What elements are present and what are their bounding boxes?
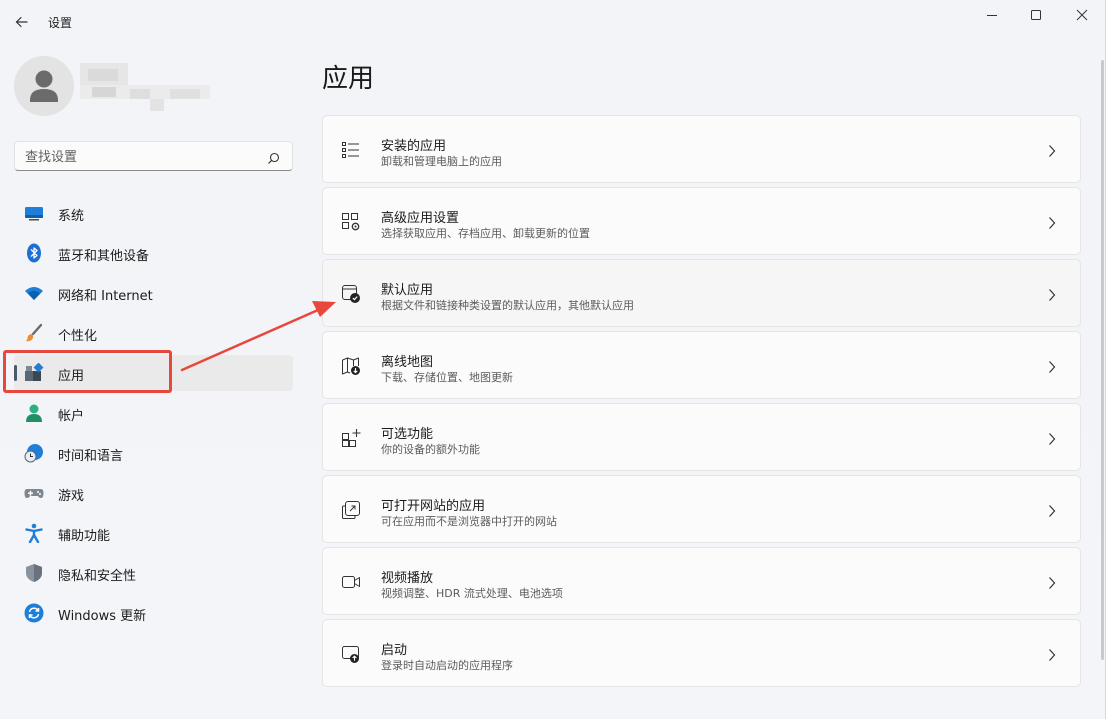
title-bar: 设置 (0, 0, 1106, 46)
sidebar-item-label: 游戏 (58, 489, 85, 504)
chevron-right-icon (1048, 575, 1056, 589)
card-default-apps[interactable]: 默认应用 根据文件和链接种类设置的默认应用，其他默认应用 (322, 259, 1081, 327)
shield-icon (24, 563, 44, 583)
card-title: 可选功能 (381, 427, 434, 442)
card-subtitle: 选择获取应用、存档应用、卸载更新的位置 (381, 227, 590, 240)
windows-update-icon (24, 603, 44, 623)
sidebar-item-privacy[interactable]: 隐私和安全性 (14, 555, 293, 591)
card-title: 视频播放 (381, 571, 434, 586)
card-installed-apps[interactable]: 安装的应用 卸载和管理电脑上的应用 (322, 115, 1081, 183)
optional-features-icon (341, 428, 361, 448)
blurred-account-name (80, 63, 212, 113)
list-icon (341, 140, 361, 160)
gamepad-icon (24, 483, 44, 503)
open-website-icon (341, 500, 361, 520)
card-title: 启动 (381, 643, 408, 658)
sidebar-item-label: 时间和语言 (58, 449, 124, 464)
back-arrow-icon[interactable] (12, 12, 32, 32)
sidebar-item-label: 系统 (58, 209, 85, 224)
sidebar-item-label: 蓝牙和其他设备 (58, 249, 150, 264)
chevron-right-icon (1048, 215, 1056, 229)
sidebar-item-label: Windows 更新 (58, 609, 147, 624)
app-settings-icon (341, 212, 361, 232)
annotation-highlight-box (3, 350, 172, 393)
account-icon (24, 403, 44, 423)
sidebar-item-personalization[interactable]: 个性化 (14, 315, 293, 351)
card-subtitle: 视频调整、HDR 流式处理、电池选项 (381, 587, 563, 600)
sidebar-item-label: 网络和 Internet (58, 289, 153, 304)
sidebar-item-time-language[interactable]: 时间和语言 (14, 435, 293, 471)
window-title: 设置 (48, 16, 73, 30)
chevron-right-icon (1048, 431, 1056, 445)
sidebar-item-label: 辅助功能 (58, 529, 111, 544)
offline-map-icon (341, 356, 361, 376)
sidebar-item-accessibility[interactable]: 辅助功能 (14, 515, 293, 551)
sidebar-item-accounts[interactable]: 帐户 (14, 395, 293, 431)
search-box[interactable] (14, 141, 293, 171)
card-advanced-app-settings[interactable]: 高级应用设置 选择获取应用、存档应用、卸载更新的位置 (322, 187, 1081, 255)
card-video-playback[interactable]: 视频播放 视频调整、HDR 流式处理、电池选项 (322, 547, 1081, 615)
sidebar-item-system[interactable]: 系统 (14, 195, 293, 231)
sidebar-item-gaming[interactable]: 游戏 (14, 475, 293, 511)
user-avatar-icon[interactable] (14, 56, 74, 116)
accessibility-icon (24, 523, 44, 544)
sidebar-item-network[interactable]: 网络和 Internet (14, 275, 293, 311)
chevron-right-icon (1048, 359, 1056, 373)
card-subtitle: 下载、存储位置、地图更新 (381, 371, 513, 384)
sidebar-item-label: 隐私和安全性 (58, 569, 137, 584)
chevron-right-icon (1048, 647, 1056, 661)
card-offline-maps[interactable]: 离线地图 下载、存储位置、地图更新 (322, 331, 1081, 399)
search-input[interactable] (25, 148, 255, 166)
sidebar-item-label: 帐户 (58, 409, 85, 424)
card-subtitle: 你的设备的额外功能 (381, 443, 480, 456)
chevron-right-icon (1048, 287, 1056, 301)
card-title: 离线地图 (381, 355, 434, 370)
card-subtitle: 登录时自动启动的应用程序 (381, 659, 513, 672)
maximize-icon[interactable] (1022, 5, 1050, 25)
wifi-icon (24, 283, 44, 303)
page-title: 应用 (322, 64, 375, 94)
search-icon[interactable] (267, 150, 280, 164)
video-camera-icon (341, 572, 361, 592)
card-subtitle: 可在应用而不是浏览器中打开的网站 (381, 515, 557, 528)
close-icon[interactable] (1068, 5, 1096, 25)
card-subtitle: 根据文件和链接种类设置的默认应用，其他默认应用 (381, 299, 634, 312)
settings-window: 设置 系统 (0, 0, 1106, 719)
chevron-right-icon (1048, 143, 1056, 157)
card-title: 安装的应用 (381, 139, 447, 154)
brush-icon (24, 323, 44, 343)
card-optional-features[interactable]: 可选功能 你的设备的额外功能 (322, 403, 1081, 471)
card-title: 默认应用 (381, 283, 434, 298)
card-apps-for-websites[interactable]: 可打开网站的应用 可在应用而不是浏览器中打开的网站 (322, 475, 1081, 543)
card-subtitle: 卸载和管理电脑上的应用 (381, 155, 502, 168)
minimize-icon[interactable] (978, 5, 1006, 25)
card-title: 可打开网站的应用 (381, 499, 486, 514)
time-language-icon (24, 443, 44, 463)
default-apps-icon (341, 284, 361, 304)
bluetooth-icon (24, 243, 44, 263)
startup-icon (341, 644, 361, 664)
card-startup[interactable]: 启动 登录时自动启动的应用程序 (322, 619, 1081, 687)
scrollbar[interactable] (1101, 60, 1104, 660)
sidebar-item-windows-update[interactable]: Windows 更新 (14, 595, 293, 631)
chevron-right-icon (1048, 503, 1056, 517)
system-display-icon (24, 203, 44, 223)
sidebar-item-bluetooth[interactable]: 蓝牙和其他设备 (14, 235, 293, 271)
sidebar-item-label: 个性化 (58, 329, 98, 344)
card-title: 高级应用设置 (381, 211, 460, 226)
